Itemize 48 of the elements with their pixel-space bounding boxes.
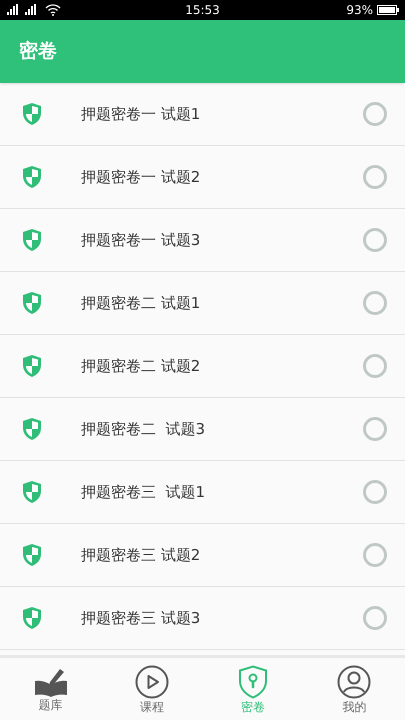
item-label: 押题密卷二 试题2	[81, 356, 202, 377]
item-label: 押题密卷三 试题2	[81, 544, 202, 566]
shield-icon	[21, 417, 43, 441]
shield-icon	[21, 102, 43, 126]
shield-lock-icon	[238, 664, 268, 698]
list-item[interactable]: 押题密卷三 试题2	[0, 524, 405, 587]
shield-icon	[21, 291, 43, 315]
shield-icon	[21, 354, 43, 378]
shield-icon	[21, 480, 43, 504]
radio-button[interactable]	[363, 417, 387, 441]
status-time: 15:53	[184, 2, 221, 19]
shield-icon	[21, 543, 43, 567]
nav-tab[interactable]: 我的	[304, 658, 405, 720]
book-pencil-icon	[32, 666, 69, 696]
play-icon	[134, 664, 169, 698]
radio-button[interactable]	[363, 291, 387, 315]
item-label: 押题密卷一 试题1	[81, 104, 202, 125]
list-item[interactable]: 押题密卷二 试题2	[0, 335, 405, 398]
list-item[interactable]: 押题密卷一 试题1	[0, 83, 405, 146]
radio-button[interactable]	[363, 354, 387, 378]
list-item[interactable]: 押题密卷二 试题3	[0, 398, 405, 461]
item-label: 押题密卷三 试题1	[81, 482, 206, 503]
list-item[interactable]: 押题密卷二 试题1	[0, 272, 405, 335]
user-icon	[337, 664, 372, 698]
item-label: 押题密卷二 试题3	[81, 418, 206, 440]
radio-button[interactable]	[363, 606, 387, 630]
item-label: 押题密卷二 试题1	[81, 292, 202, 314]
list-item[interactable]: 押题密卷三 试题3	[0, 587, 405, 650]
list-item[interactable]: 押题密卷一 试题3	[0, 209, 405, 272]
radio-button[interactable]	[363, 102, 387, 126]
list-item[interactable]: 押题密卷一 试题2	[0, 146, 405, 209]
radio-button[interactable]	[363, 480, 387, 504]
radio-button[interactable]	[363, 543, 387, 567]
item-label: 押题密卷一 试题3	[81, 230, 202, 251]
nav-tab[interactable]: 课程	[101, 658, 202, 720]
list-item[interactable]: 押题密卷三 试题1	[0, 461, 405, 524]
shield-icon	[21, 228, 43, 252]
item-label: 押题密卷三 试题3	[81, 608, 202, 629]
radio-button[interactable]	[363, 165, 387, 189]
nav-tab[interactable]: 题库	[0, 658, 102, 720]
page-title: 密卷	[19, 39, 57, 64]
shield-icon	[21, 606, 43, 630]
radio-button[interactable]	[363, 228, 387, 252]
wifi-icon	[45, 4, 61, 16]
battery-percent: 93%	[346, 2, 373, 19]
shield-icon	[21, 165, 43, 189]
item-label: 押题密卷一 试题2	[81, 166, 202, 188]
battery-icon	[377, 5, 399, 15]
